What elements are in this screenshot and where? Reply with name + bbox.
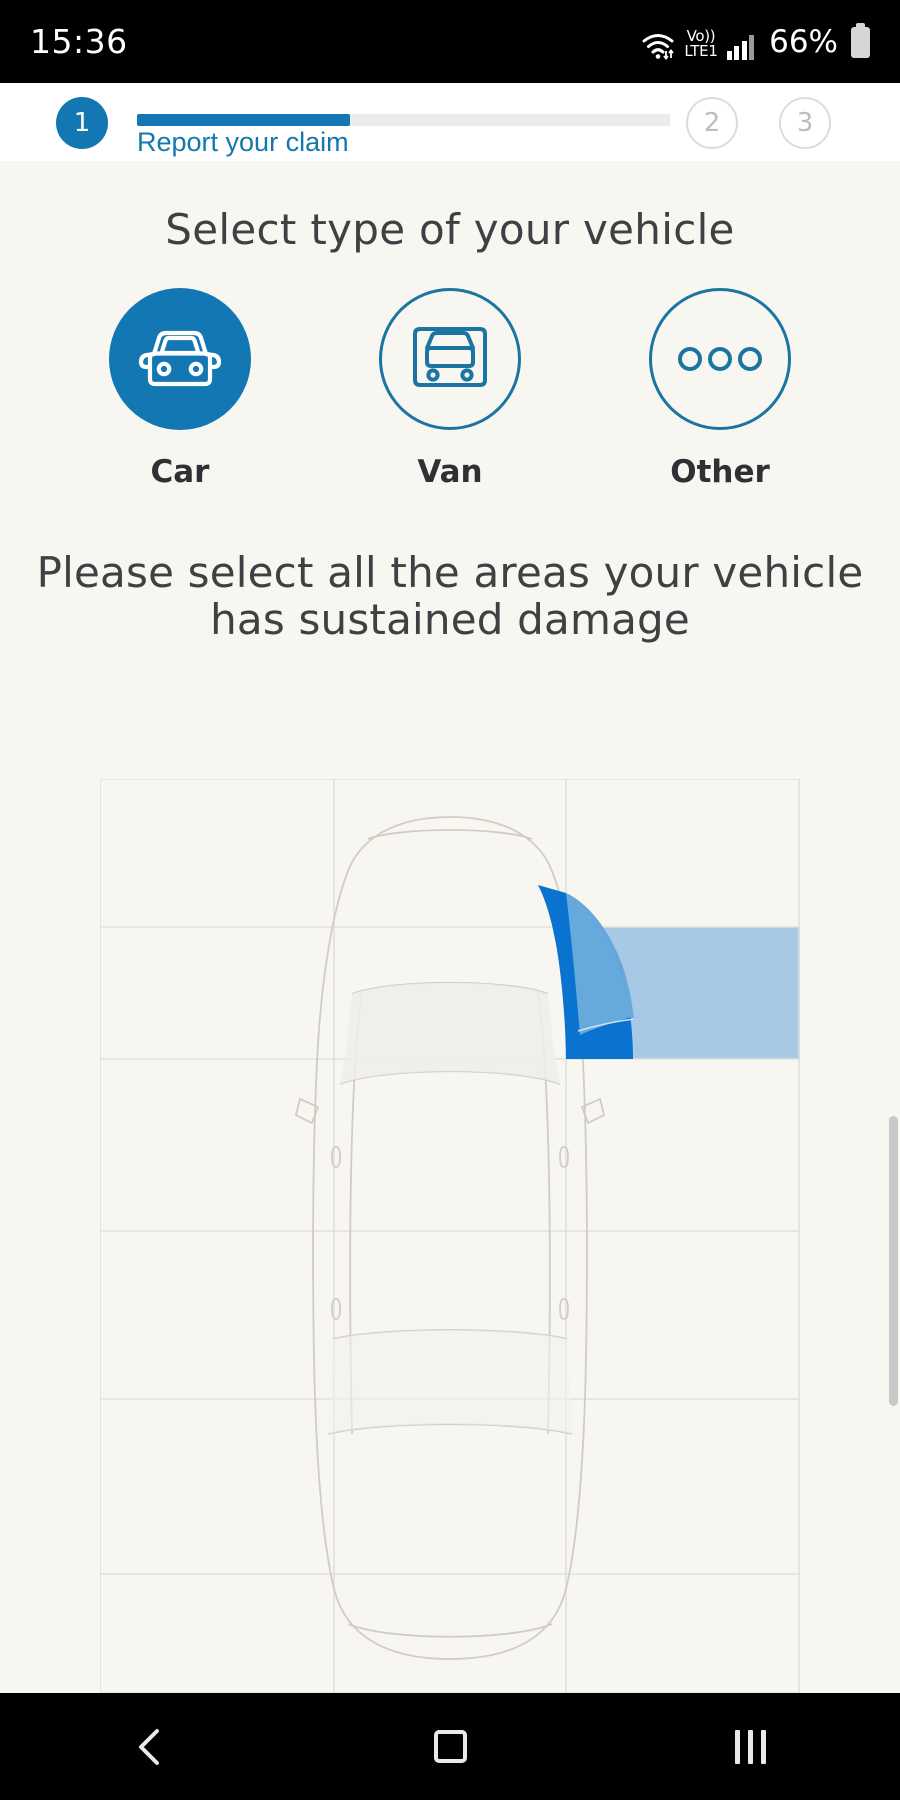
progress-track bbox=[137, 114, 670, 126]
volte-bottom-text: LTE1 bbox=[684, 41, 718, 60]
recents-icon[interactable] bbox=[690, 1693, 810, 1800]
step-3-indicator[interactable]: 3 bbox=[779, 97, 831, 149]
ellipsis-icon[interactable] bbox=[649, 288, 791, 430]
damage-grid bbox=[100, 779, 800, 1694]
status-bar: 15:36 Vo)) LTE1 66% bbox=[0, 0, 900, 83]
vehicle-option-car[interactable]: Car bbox=[103, 288, 258, 490]
signal-bars-icon bbox=[726, 34, 755, 60]
vehicle-label-other: Other bbox=[670, 454, 770, 490]
step-2-number: 2 bbox=[703, 108, 721, 138]
vehicle-option-other[interactable]: Other bbox=[643, 288, 798, 490]
back-icon[interactable] bbox=[90, 1693, 210, 1800]
volte-indicator: Vo)) LTE1 bbox=[684, 28, 718, 60]
battery-percent-text: 66% bbox=[769, 23, 838, 60]
android-nav-bar bbox=[0, 1693, 900, 1800]
vehicle-option-van[interactable]: Van bbox=[373, 288, 528, 490]
step-1-indicator[interactable]: 1 bbox=[56, 97, 108, 149]
wifi-icon bbox=[641, 32, 675, 60]
vehicle-label-van: Van bbox=[417, 454, 483, 490]
vehicle-type-options: Car Van Other bbox=[0, 288, 900, 490]
page-title-vehicle-type: Select type of your vehicle bbox=[165, 205, 735, 254]
step-1-number: 1 bbox=[73, 108, 91, 138]
main-content: Select type of your vehicle Car Van Othe… bbox=[0, 161, 900, 1694]
progress-fill bbox=[137, 114, 351, 126]
car-front-icon[interactable] bbox=[109, 288, 251, 430]
phone-screen: 15:36 Vo)) LTE1 66% 1 Report your claim … bbox=[0, 0, 900, 1800]
scrollbar-thumb[interactable] bbox=[889, 1116, 898, 1406]
step-3-number: 3 bbox=[796, 108, 814, 138]
progress-stepper: 1 Report your claim 2 3 bbox=[0, 83, 900, 161]
step-2-indicator[interactable]: 2 bbox=[686, 97, 738, 149]
battery-icon bbox=[851, 22, 870, 58]
home-icon[interactable] bbox=[390, 1693, 510, 1800]
van-front-icon[interactable] bbox=[379, 288, 521, 430]
page-title-damage: Please select all the areas your vehicle… bbox=[36, 548, 864, 645]
status-clock: 15:36 bbox=[30, 22, 128, 61]
current-step-label: Report your claim bbox=[137, 127, 349, 157]
damage-area-selector[interactable] bbox=[100, 779, 800, 1694]
status-icons: Vo)) LTE1 66% bbox=[641, 22, 870, 60]
vehicle-label-car: Car bbox=[150, 454, 210, 490]
